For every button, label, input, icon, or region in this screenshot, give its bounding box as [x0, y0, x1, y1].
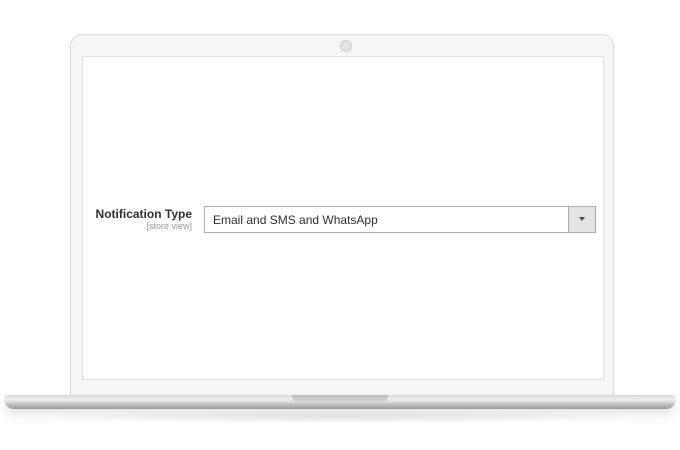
laptop-mockup: Notification Type [store view] Email and…: [0, 0, 680, 450]
select-value: Email and SMS and WhatsApp: [213, 213, 378, 227]
chevron-down-icon[interactable]: [568, 207, 595, 232]
camera-icon: [340, 40, 352, 52]
laptop-shadow: [40, 410, 640, 424]
laptop-notch: [292, 395, 388, 403]
field-scope: [store view]: [146, 221, 192, 231]
notification-type-label-group: Notification Type [store view]: [90, 207, 192, 232]
notification-type-select[interactable]: Email and SMS and WhatsApp: [204, 206, 596, 233]
field-label: Notification Type: [95, 207, 192, 221]
